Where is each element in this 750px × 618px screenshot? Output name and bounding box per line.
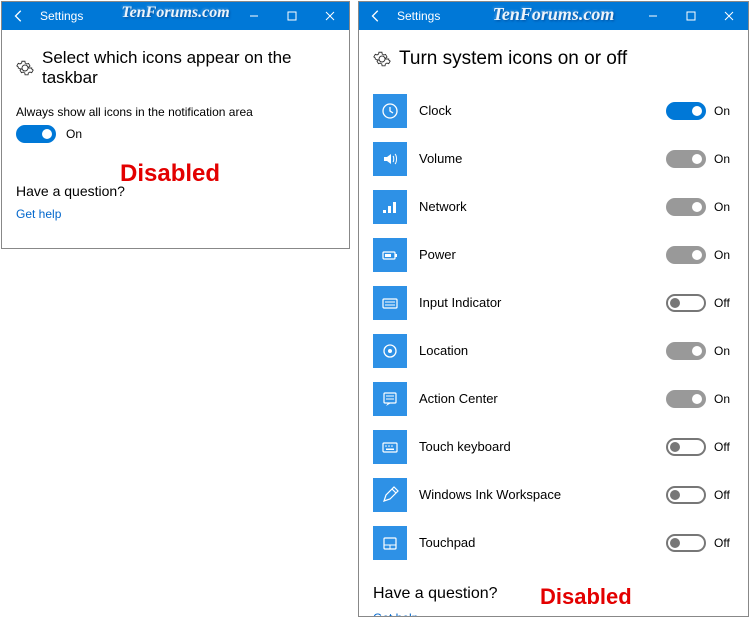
watermark: TenForums.com: [121, 4, 229, 22]
maximize-icon: [686, 11, 696, 21]
settings-window-taskbar-icons: Settings TenForums.com Select which icon…: [1, 1, 350, 249]
window-title: Settings: [40, 9, 83, 23]
system-icon-toggle[interactable]: [666, 102, 706, 120]
window-title: Settings: [397, 9, 440, 23]
system-icon-state: On: [714, 344, 734, 358]
system-icon-label: Windows Ink Workspace: [419, 487, 666, 502]
volume-icon: [373, 142, 407, 176]
gear-icon: [373, 50, 391, 68]
system-icon-row: Touchpad Off: [373, 519, 734, 567]
system-icon-label: Clock: [419, 103, 666, 118]
minimize-icon: [648, 11, 658, 21]
settings-window-system-icons: Settings TenForums.com Turn system icons…: [358, 1, 749, 617]
question-heading: Have a question?: [16, 183, 335, 199]
titlebar: Settings TenForums.com: [359, 2, 748, 30]
window-controls: [634, 2, 748, 30]
question-heading: Have a question?: [373, 585, 734, 603]
windows-ink-workspace-icon: [373, 478, 407, 512]
system-icon-toggle[interactable]: [666, 294, 706, 312]
system-icon-row: Location On: [373, 327, 734, 375]
system-icon-row: Clock On: [373, 87, 734, 135]
system-icon-row: Touch keyboard Off: [373, 423, 734, 471]
question-block: Have a question? Get help: [373, 585, 734, 616]
system-icon-toggle[interactable]: [666, 534, 706, 552]
action-center-icon: [373, 382, 407, 416]
power-icon: [373, 238, 407, 272]
system-icon-toggle[interactable]: [666, 486, 706, 504]
page-title: Select which icons appear on the taskbar: [42, 48, 335, 89]
system-icon-state: Off: [714, 296, 734, 310]
system-icons-list: Clock On Volume On Network On Power On Input Ind…: [373, 87, 734, 567]
watermark: TenForums.com: [493, 4, 615, 25]
network-icon: [373, 190, 407, 224]
input-indicator-icon: [373, 286, 407, 320]
system-icon-label: Action Center: [419, 391, 666, 406]
question-block: Have a question? Get help: [16, 183, 335, 223]
system-icon-row: Windows Ink Workspace Off: [373, 471, 734, 519]
touchpad-icon: [373, 526, 407, 560]
titlebar: Settings TenForums.com: [2, 2, 349, 30]
system-icon-state: On: [714, 248, 734, 262]
system-icon-label: Volume: [419, 151, 666, 166]
back-button[interactable]: [2, 2, 36, 30]
system-icon-row: Network On: [373, 183, 734, 231]
section-header: Turn system icons on or off: [373, 48, 734, 71]
system-icon-label: Touch keyboard: [419, 439, 666, 454]
system-icon-state: On: [714, 392, 734, 406]
system-icon-label: Touchpad: [419, 535, 666, 550]
system-icon-state: Off: [714, 488, 734, 502]
system-icon-state: Off: [714, 536, 734, 550]
maximize-button[interactable]: [273, 2, 311, 30]
minimize-button[interactable]: [235, 2, 273, 30]
always-show-label: Always show all icons in the notificatio…: [16, 105, 335, 119]
system-icon-state: On: [714, 104, 734, 118]
minimize-button[interactable]: [634, 2, 672, 30]
clock-icon: [373, 94, 407, 128]
system-icon-label: Power: [419, 247, 666, 262]
close-icon: [724, 11, 734, 21]
system-icon-row: Input Indicator Off: [373, 279, 734, 327]
back-arrow-icon: [369, 9, 383, 23]
system-icon-label: Location: [419, 343, 666, 358]
close-icon: [325, 11, 335, 21]
window-controls: [235, 2, 349, 30]
system-icon-toggle[interactable]: [666, 390, 706, 408]
system-icon-toggle[interactable]: [666, 342, 706, 360]
system-icon-row: Action Center On: [373, 375, 734, 423]
minimize-icon: [249, 11, 259, 21]
system-icon-toggle[interactable]: [666, 246, 706, 264]
maximize-button[interactable]: [672, 2, 710, 30]
always-show-state: On: [66, 127, 82, 141]
system-icon-state: On: [714, 200, 734, 214]
window-body: Select which icons appear on the taskbar…: [2, 30, 349, 248]
system-icon-toggle[interactable]: [666, 438, 706, 456]
system-icon-row: Volume On: [373, 135, 734, 183]
maximize-icon: [287, 11, 297, 21]
system-icon-toggle[interactable]: [666, 150, 706, 168]
touch-keyboard-icon: [373, 430, 407, 464]
always-show-toggle-row: On: [16, 125, 335, 143]
always-show-toggle[interactable]: [16, 125, 56, 143]
system-icon-state: Off: [714, 440, 734, 454]
system-icon-row: Power On: [373, 231, 734, 279]
system-icon-state: On: [714, 152, 734, 166]
system-icon-toggle[interactable]: [666, 198, 706, 216]
back-button[interactable]: [359, 2, 393, 30]
get-help-link[interactable]: Get help: [16, 207, 61, 221]
close-button[interactable]: [311, 2, 349, 30]
window-body: Turn system icons on or off ClockOnVolum…: [359, 30, 748, 616]
back-arrow-icon: [12, 9, 26, 23]
system-icon-label: Input Indicator: [419, 295, 666, 310]
page-title: Turn system icons on or off: [399, 48, 627, 71]
system-icon-label: Network: [419, 199, 666, 214]
gear-icon: [16, 59, 34, 77]
close-button[interactable]: [710, 2, 748, 30]
section-header: Select which icons appear on the taskbar: [16, 48, 335, 89]
location-icon: [373, 334, 407, 368]
get-help-link[interactable]: Get help: [373, 611, 418, 616]
